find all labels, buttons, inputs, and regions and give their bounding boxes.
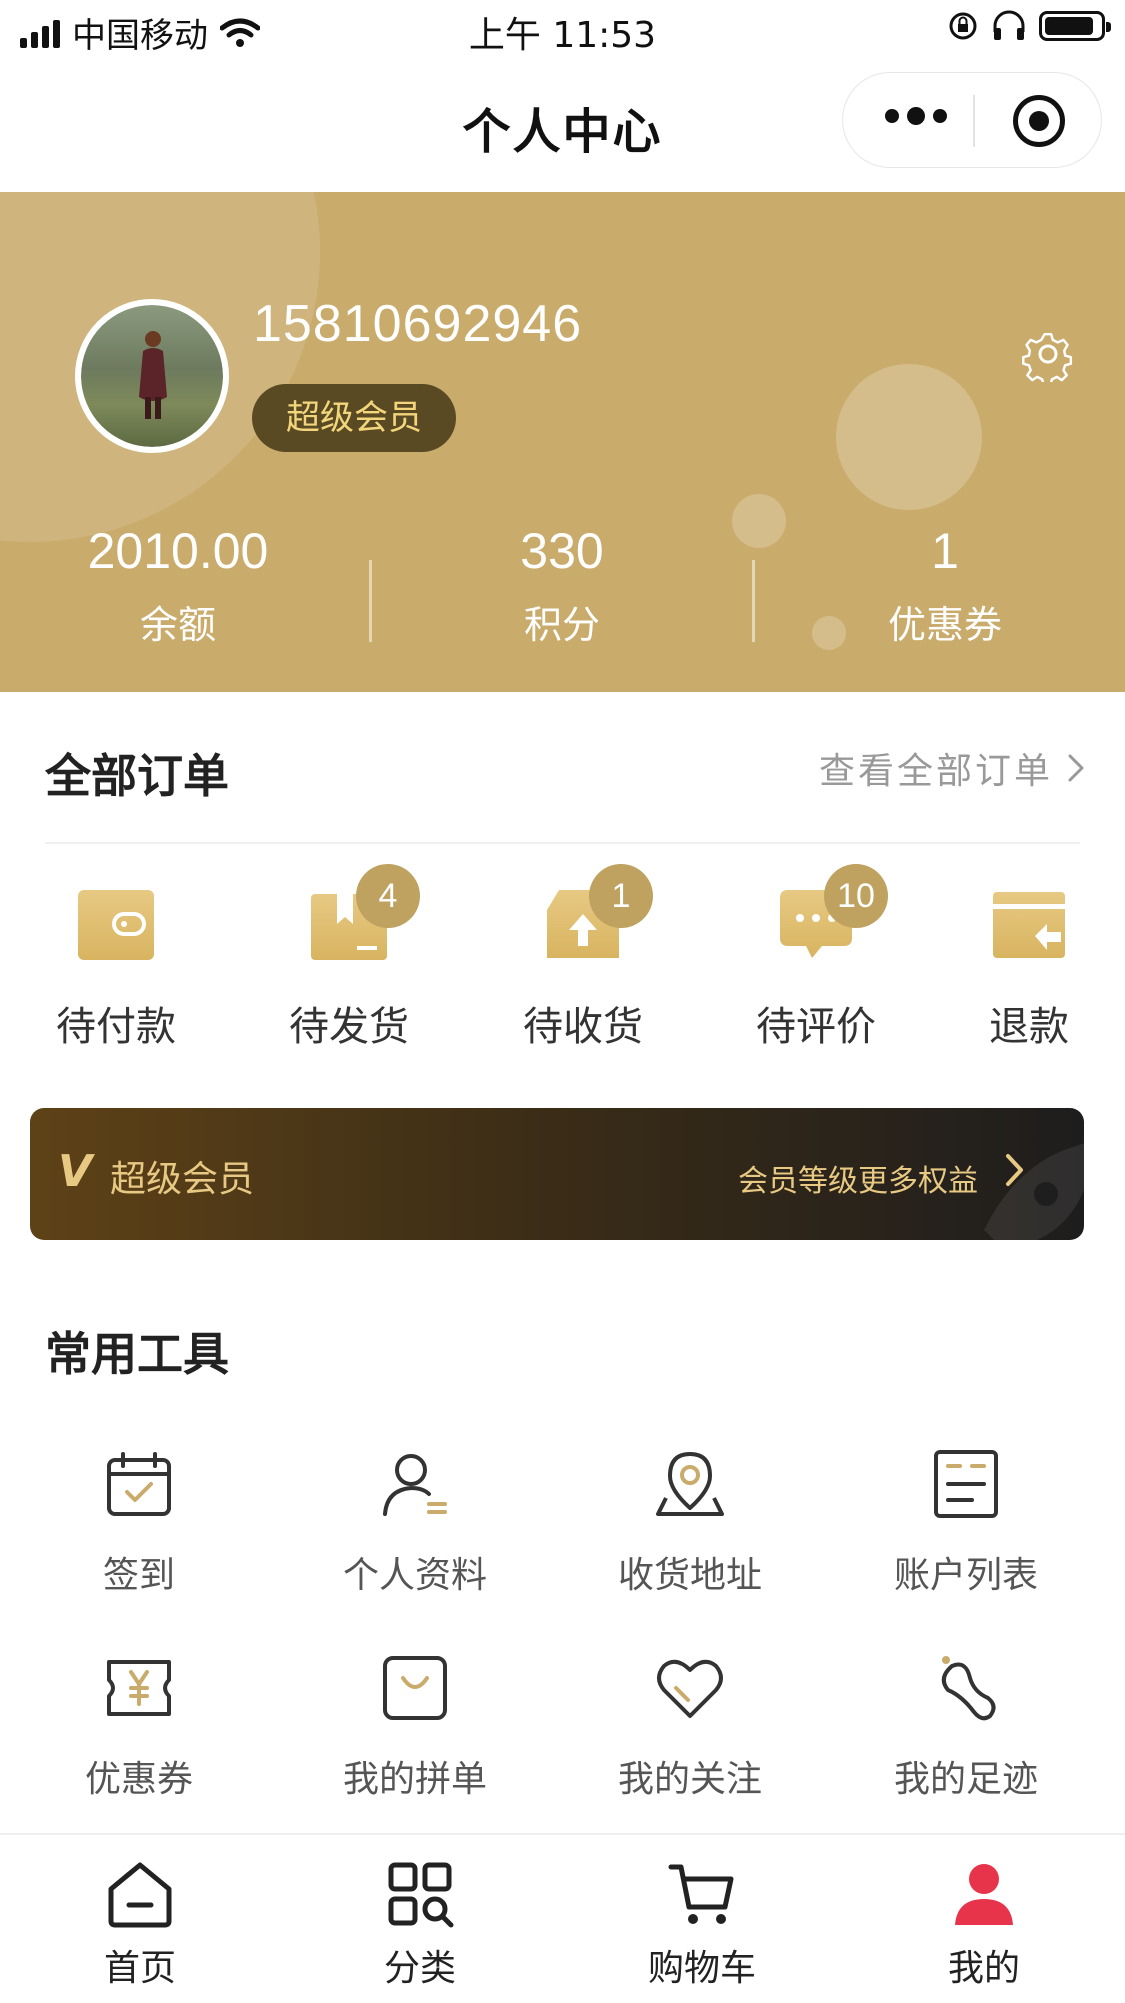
close-target-icon[interactable]: [1013, 95, 1065, 147]
tool-following[interactable]: 我的关注: [570, 1652, 810, 1802]
divider: [45, 842, 1080, 844]
stat-divider: [752, 560, 755, 642]
stat-divider: [369, 560, 372, 642]
tool-label: 我的足迹: [893, 1759, 1038, 1800]
tab-home[interactable]: 首页: [40, 1859, 240, 1991]
orders-title: 全部订单: [45, 749, 229, 803]
order-refund[interactable]: 退款: [939, 884, 1119, 1052]
headphones-icon: [993, 10, 1025, 40]
tool-label: 账户列表: [893, 1555, 1038, 1596]
order-label: 退款: [989, 1004, 1069, 1050]
mini-program-capsule: [842, 72, 1102, 168]
vip-icon: V: [58, 1146, 93, 1197]
stat-label: 积分: [523, 603, 600, 647]
order-pending-shipment[interactable]: 4 待发货: [259, 864, 439, 1052]
view-all-orders-label: 查看全部订单: [818, 751, 1053, 792]
tool-accounts[interactable]: 账户列表: [846, 1448, 1086, 1598]
vip-title: 超级会员: [110, 1159, 255, 1200]
stat-value: 1: [931, 523, 959, 579]
battery-icon: [1039, 11, 1111, 41]
tab-label: 购物车: [647, 1948, 756, 1989]
order-count-badge: 10: [824, 864, 888, 928]
tab-bar: 首页 分类 购物车 我的: [0, 1833, 1125, 2003]
tab-category[interactable]: 分类: [320, 1859, 520, 1991]
decor-swirl-icon: [984, 1143, 1084, 1240]
tab-label: 首页: [103, 1948, 176, 1989]
tool-footprints[interactable]: 我的足迹: [846, 1652, 1086, 1802]
chevron-right-icon: [1068, 754, 1084, 782]
user-icon: [955, 1864, 1013, 1925]
gear-icon[interactable]: [1020, 326, 1076, 382]
home-icon: [108, 1862, 172, 1928]
calendar-check-icon: [107, 1452, 171, 1516]
status-bar: 中国移动 上午 11:53: [0, 0, 1125, 60]
refund-icon: [993, 892, 1065, 958]
more-icon[interactable]: [885, 107, 947, 125]
stat-label: 余额: [139, 603, 216, 647]
footprint-icon: [941, 1656, 996, 1721]
location-icon: [656, 1452, 724, 1516]
stat-balance[interactable]: 2010.00 余额: [28, 522, 328, 649]
tool-label: 我的拼单: [342, 1759, 487, 1800]
tool-label: 收货地址: [617, 1555, 762, 1596]
tools-title: 常用工具: [45, 1327, 229, 1381]
tool-profile[interactable]: 个人资料: [295, 1448, 535, 1598]
view-all-orders-link[interactable]: 查看全部订单: [819, 742, 1085, 794]
status-right: [947, 10, 1111, 42]
order-label: 待发货: [289, 1004, 409, 1050]
tab-mine[interactable]: 我的: [884, 1859, 1084, 1991]
order-pending-payment[interactable]: 待付款: [26, 884, 206, 1052]
decor-circle: [836, 364, 982, 510]
tool-label: 个人资料: [342, 1555, 487, 1596]
tool-label: 签到: [102, 1555, 175, 1596]
cart-icon: [668, 1864, 734, 1924]
tool-address[interactable]: 收货地址: [570, 1448, 810, 1598]
order-label: 待付款: [56, 1004, 176, 1050]
stat-value: 2010.00: [87, 523, 269, 579]
stat-coupons[interactable]: 1 优惠券: [795, 522, 1095, 649]
avatar[interactable]: [75, 299, 229, 453]
vip-banner[interactable]: V 超级会员 会员等级更多权益: [30, 1108, 1084, 1240]
wallet-icon: [78, 890, 154, 960]
avatar-figure: [139, 331, 167, 419]
user-profile-icon: [383, 1454, 447, 1516]
capsule-divider: [973, 95, 975, 147]
category-icon: [388, 1862, 454, 1928]
order-label: 待评价: [756, 1004, 876, 1050]
profile-stats: 2010.00 余额 330 积分 1 优惠券: [0, 522, 1125, 672]
nav-bar: 个人中心: [0, 60, 1125, 190]
tab-label: 分类: [383, 1948, 456, 1989]
stat-label: 优惠券: [887, 603, 1002, 647]
tab-cart[interactable]: 购物车: [602, 1859, 802, 1991]
coupon-icon: [107, 1660, 171, 1716]
order-count-badge: 4: [356, 864, 420, 928]
user-phone: 15810692946: [253, 295, 583, 353]
avatar-photo: [81, 305, 223, 447]
tool-coupons[interactable]: 优惠券: [19, 1652, 259, 1802]
order-label: 待收货: [523, 1004, 643, 1050]
rotation-lock-icon: [949, 12, 977, 40]
order-pending-review[interactable]: 10 待评价: [726, 864, 906, 1052]
member-level-badge: 超级会员: [252, 384, 456, 452]
order-pending-receipt[interactable]: 1 待收货: [493, 864, 673, 1052]
heart-icon: [657, 1659, 723, 1718]
order-count-badge: 1: [589, 864, 653, 928]
tab-label: 我的: [947, 1948, 1020, 1989]
stat-value: 330: [520, 523, 604, 579]
tool-label: 我的关注: [617, 1759, 762, 1800]
vip-benefits-link[interactable]: 会员等级更多权益: [738, 1156, 978, 1200]
stat-points[interactable]: 330 积分: [412, 522, 712, 649]
shopping-bag-icon: [383, 1656, 447, 1720]
tool-checkin[interactable]: 签到: [19, 1448, 259, 1598]
list-icon: [934, 1450, 998, 1518]
tool-label: 优惠券: [84, 1759, 193, 1800]
tool-group-buy[interactable]: 我的拼单: [295, 1652, 535, 1802]
profile-header: 15810692946 超级会员 2010.00 余额 330 积分 1 优惠券: [0, 192, 1125, 692]
